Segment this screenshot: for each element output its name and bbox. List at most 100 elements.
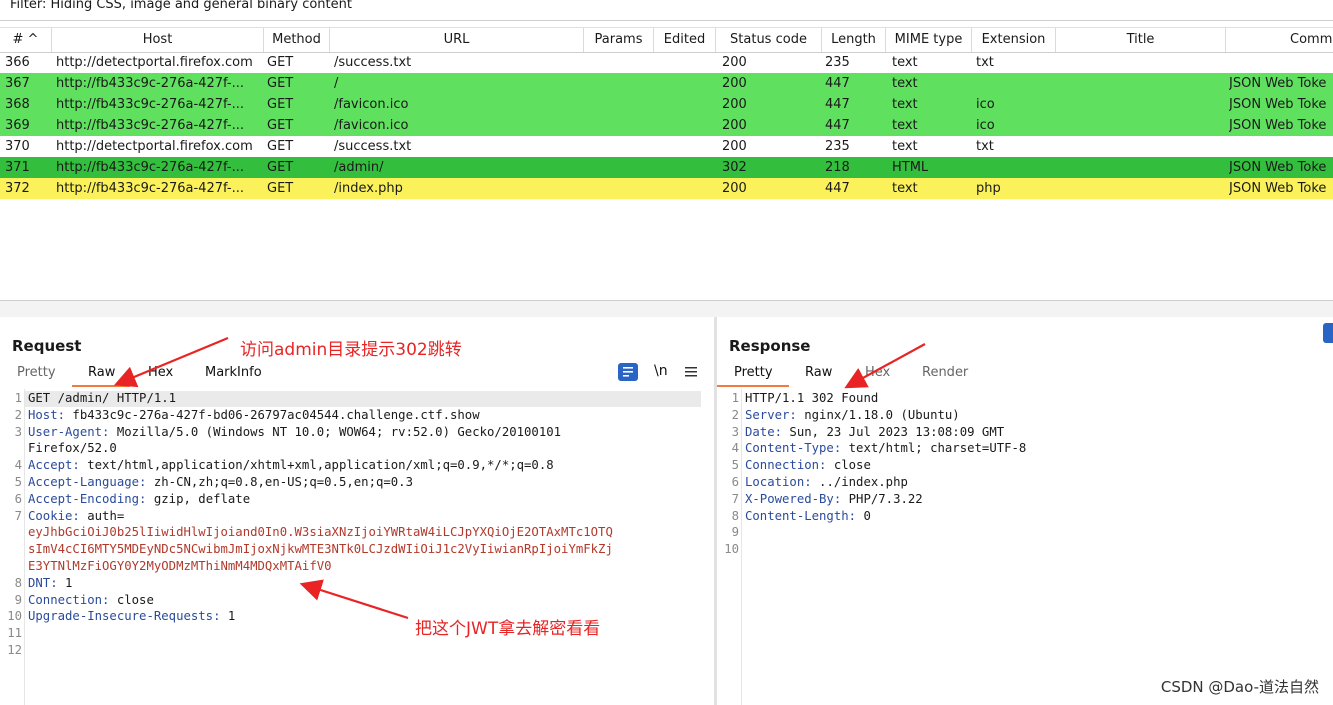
col-header-url[interactable]: URL	[330, 28, 584, 52]
cell-ext: txt	[976, 139, 994, 154]
code-line: Accept-Encoding: gzip, deflate	[28, 492, 250, 506]
line-number: 5	[14, 475, 22, 489]
cell-ext: ico	[976, 97, 995, 112]
cell-mime: text	[892, 139, 918, 154]
header-value: Mozilla/5.0 (Windows NT 10.0; WOW64; rv:…	[109, 424, 562, 439]
col-header-number[interactable]: # ^	[0, 28, 52, 52]
cell-host: http://fb433c9c-276a-427f-...	[56, 97, 244, 112]
cell-num: 367	[5, 76, 30, 91]
table-row[interactable]: 368 http://fb433c9c-276a-427f-... GET/favi…	[0, 94, 1333, 115]
cell-url: /favicon.ico	[334, 118, 409, 133]
code-line: DNT: 1	[28, 576, 72, 590]
cell-mime: HTML	[892, 160, 929, 175]
col-header-edited[interactable]: Edited	[654, 28, 716, 52]
cell-comment: JSON Web Toke	[1229, 76, 1327, 91]
cell-length: 235	[825, 55, 850, 70]
col-header-host[interactable]: Host	[52, 28, 264, 52]
col-header-params[interactable]: Params	[584, 28, 654, 52]
cell-comment: JSON Web Toke	[1229, 97, 1327, 112]
request-tab-markinfo[interactable]: MarkInfo	[205, 365, 262, 380]
table-row[interactable]: 370 http://detectportal.firefox.com GET/su…	[0, 136, 1333, 157]
code-line: Server: nginx/1.18.0 (Ubuntu)	[745, 408, 960, 422]
cell-url: /favicon.ico	[334, 97, 409, 112]
cell-url: /success.txt	[334, 139, 412, 154]
col-header-extension[interactable]: Extension	[972, 28, 1056, 52]
cell-status: 200	[722, 118, 747, 133]
line-number: 8	[14, 575, 22, 590]
menu-icon[interactable]	[684, 365, 698, 383]
header-value: HTTP/1.1 302 Found	[745, 391, 879, 405]
header-value: auth=	[79, 508, 125, 523]
cell-ext: txt	[976, 55, 994, 70]
request-tab-raw[interactable]: Raw	[88, 365, 115, 380]
cell-ext: php	[976, 181, 1001, 196]
response-editor[interactable]: 1 HTTP/1.1 302 Found 2 Server: nginx/1.18.0…	[717, 389, 1333, 705]
response-tab-render[interactable]: Render	[922, 365, 968, 380]
header-name: Content-Type:	[745, 441, 842, 456]
cell-method: GET	[267, 181, 294, 196]
response-tab-raw[interactable]: Raw	[805, 365, 832, 380]
line-number: 9	[14, 592, 22, 607]
annotation-jwt-note: 把这个JWT拿去解密看看	[415, 619, 601, 639]
col-header-length[interactable]: Length	[822, 28, 886, 52]
cell-host: http://fb433c9c-276a-427f-...	[56, 118, 244, 133]
cell-num: 372	[5, 181, 30, 196]
table-row[interactable]: 366 http://detectportal.firefox.com GET/su…	[0, 52, 1333, 73]
request-editor[interactable]: 1 GET /admin/ HTTP/1.1 2 Host: fb433c9c-276…	[0, 389, 714, 705]
response-title: Response	[729, 337, 811, 355]
table-row[interactable]: 369 http://fb433c9c-276a-427f-... GET/favi…	[0, 115, 1333, 136]
header-value: PHP/7.3.22	[841, 491, 923, 506]
line-number: 10	[724, 542, 739, 557]
newline-toggle-icon[interactable]: \n	[654, 363, 668, 379]
table-row[interactable]: 372 http://fb433c9c-276a-427f-... GET/inde…	[0, 178, 1333, 199]
col-header-comment[interactable]: Comm	[1226, 28, 1333, 52]
code-line: Firefox/52.0	[28, 441, 117, 455]
col-header-status[interactable]: Status code	[716, 28, 822, 52]
header-value: fb433c9c-276a-427f-bd06-26797ac04544.cha…	[65, 407, 480, 422]
col-header-title[interactable]: Title	[1056, 28, 1226, 52]
header-value: 1	[57, 575, 73, 590]
table-row[interactable]: 371 http://fb433c9c-276a-427f-... GET/admi…	[0, 157, 1333, 178]
cell-num: 369	[5, 118, 30, 133]
header-value: 0	[856, 508, 871, 523]
cell-num: 366	[5, 55, 30, 70]
line-number: 1	[14, 391, 22, 405]
response-tab-pretty[interactable]: Pretty	[734, 365, 773, 380]
col-header-method[interactable]: Method	[264, 28, 330, 52]
annotation-admin-note: 访问admin目录提示302跳转	[240, 340, 462, 360]
table-row[interactable]: 367 http://fb433c9c-276a-427f-... GET / 200 4…	[0, 73, 1333, 94]
cell-mime: text	[892, 97, 918, 112]
header-value: close	[109, 592, 154, 607]
code-line: Host: fb433c9c-276a-427f-bd06-26797ac045…	[28, 408, 480, 422]
response-tab-hex[interactable]: Hex	[865, 365, 890, 380]
request-pane: Request Pretty Raw Hex MarkInfo \n 1 GET …	[0, 317, 714, 705]
response-tabs: Pretty Raw Hex Render	[717, 365, 1333, 387]
code-line: Accept-Language: zh-CN,zh;q=0.8,en-US;q=…	[28, 475, 413, 489]
code-line: E3YTNlMzFiOGY0Y2MyODMzMThiNmM4MDQxMTAifV…	[28, 559, 332, 573]
pane-splitter[interactable]	[0, 300, 1333, 318]
code-line: Content-Length: 0	[745, 509, 871, 523]
cell-comment: JSON Web Toke	[1229, 118, 1327, 133]
code-line: Upgrade-Insecure-Requests: 1	[28, 609, 235, 623]
request-tab-pretty[interactable]: Pretty	[17, 365, 56, 380]
line-number: 6	[731, 475, 739, 489]
col-header-mime[interactable]: MIME type	[886, 28, 972, 52]
cell-host: http://detectportal.firefox.com	[56, 139, 253, 154]
filter-bar[interactable]: Filter: Hiding CSS, image and general bi…	[0, 0, 1333, 21]
cell-url: /admin/	[334, 160, 384, 175]
message-actions-icon[interactable]	[618, 363, 638, 381]
code-line: sImV4cCI6MTY5MDEyNDc5NCwibmJmIjoxNjkwMTE…	[28, 542, 613, 556]
header-name: Host:	[28, 407, 66, 422]
side-panel-toggle[interactable]	[1323, 323, 1333, 343]
cell-status: 200	[722, 76, 747, 91]
request-tab-hex[interactable]: Hex	[148, 365, 173, 380]
line-number: 4	[14, 458, 22, 473]
request-title: Request	[12, 337, 82, 355]
cell-mime: text	[892, 118, 918, 133]
jwt-token-text: E3YTNlMzFiOGY0Y2MyODMzMThiNmM4MDQxMTAifV…	[28, 559, 332, 573]
cell-status: 200	[722, 55, 747, 70]
header-value: gzip, deflate	[146, 491, 251, 506]
cell-comment	[1229, 52, 1333, 73]
line-number: 3	[14, 424, 22, 439]
code-line: eyJhbGciOiJ0b25lIiwidHlwIjoiand0In0.W3si…	[28, 525, 613, 539]
